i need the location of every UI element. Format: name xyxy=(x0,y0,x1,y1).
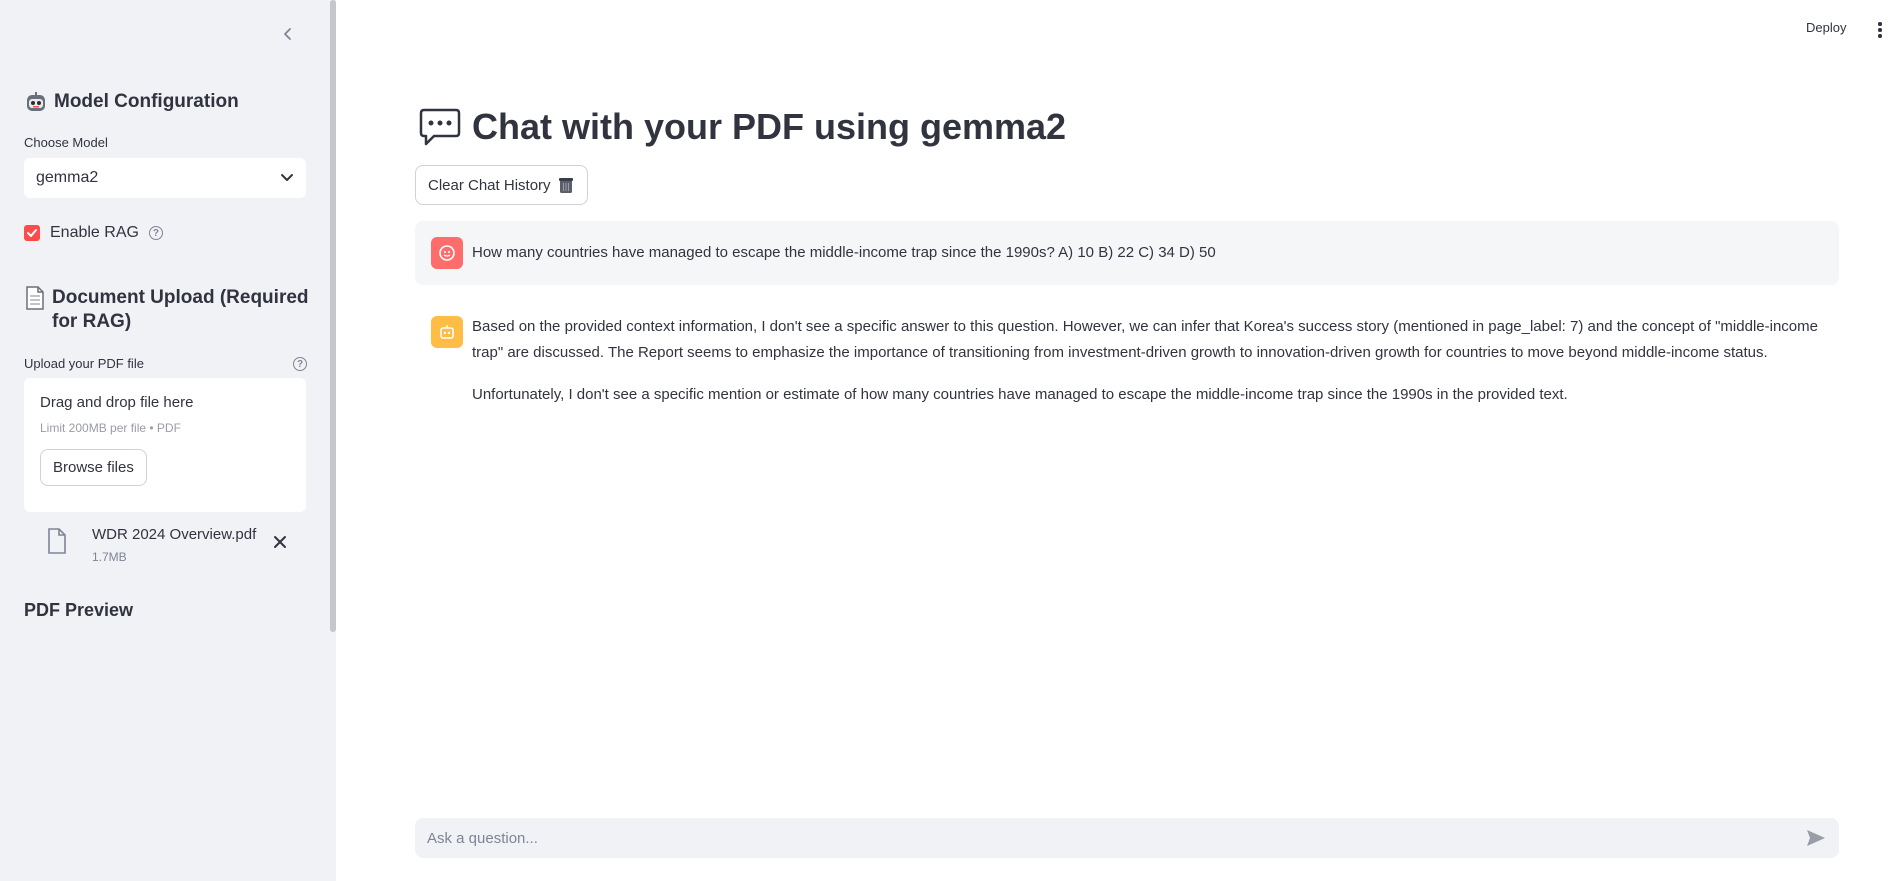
chat-input-bar xyxy=(415,818,1839,858)
dropzone-title: Drag and drop file here xyxy=(40,394,194,411)
enable-rag-label: Enable RAG xyxy=(50,224,139,241)
assistant-paragraph-2: Unfortunately, I don't see a specific me… xyxy=(472,386,1568,403)
send-icon xyxy=(1807,830,1825,846)
close-icon xyxy=(274,536,286,548)
document-upload-title: Document Upload (Required for RAG) xyxy=(52,287,309,332)
model-select[interactable]: gemma2 xyxy=(24,158,306,198)
upload-help-icon[interactable]: ? xyxy=(293,357,307,371)
deploy-button[interactable]: Deploy xyxy=(1806,20,1846,35)
pdf-preview-title: PDF Preview xyxy=(24,598,133,622)
speech-balloon-icon xyxy=(419,108,461,146)
assistant-message: Based on the provided context informatio… xyxy=(415,310,1839,420)
file-dropzone[interactable]: Drag and drop file here Limit 200MB per … xyxy=(24,378,306,512)
user-face-icon xyxy=(439,245,455,261)
chevron-left-icon xyxy=(284,28,291,40)
model-config-header: Model Configuration xyxy=(24,90,239,114)
clear-chat-history-button[interactable]: Clear Chat History xyxy=(415,165,588,205)
dropzone-limit: Limit 200MB per file • PDF xyxy=(40,421,181,435)
collapse-sidebar-button[interactable] xyxy=(276,22,300,46)
assistant-line-1: Based on the provided context informatio… xyxy=(472,318,1818,335)
user-message-text: How many countries have managed to escap… xyxy=(472,244,1216,261)
wastebasket-icon xyxy=(558,178,573,193)
model-select-value: gemma2 xyxy=(36,169,99,186)
assistant-paragraph-1: Based on the provided context informatio… xyxy=(472,314,1832,366)
enable-rag-checkbox[interactable] xyxy=(24,225,40,241)
file-size: 1.7MB xyxy=(92,550,127,564)
file-icon xyxy=(48,528,66,554)
remove-file-button[interactable] xyxy=(270,532,290,552)
user-message: How many countries have managed to escap… xyxy=(415,221,1839,285)
page-icon xyxy=(26,286,44,310)
enable-rag-row: Enable RAG ? xyxy=(24,224,163,242)
assistant-line-2: trap" are discussed. The Report seems to… xyxy=(472,344,1768,361)
more-vertical-icon[interactable] xyxy=(1872,20,1888,40)
robot-icon xyxy=(440,325,454,339)
choose-model-label: Choose Model xyxy=(24,135,108,150)
clear-chat-label: Clear Chat History xyxy=(428,176,551,194)
user-avatar xyxy=(431,237,463,269)
sidebar: Model Configuration Choose Model gemma2 … xyxy=(0,0,336,881)
page-title-text: Chat with your PDF using gemma2 xyxy=(472,106,1067,147)
robot-face-icon xyxy=(27,92,45,111)
uploaded-file: WDR 2024 Overview.pdf 1.7MB xyxy=(44,524,296,568)
document-upload-header: Document Upload (Required for RAG) xyxy=(24,286,314,334)
chat-input[interactable] xyxy=(427,829,1777,847)
check-icon xyxy=(27,229,37,237)
page-title: Chat with your PDF using gemma2 xyxy=(418,106,1066,148)
pdf-preview-label: PDF Preview xyxy=(24,600,134,620)
sidebar-scrollbar[interactable] xyxy=(330,0,336,632)
send-button[interactable] xyxy=(1805,827,1827,849)
assistant-avatar xyxy=(431,316,463,348)
browse-files-button[interactable]: Browse files xyxy=(40,449,147,486)
file-name: WDR 2024 Overview.pdf xyxy=(92,526,257,543)
upload-label: Upload your PDF file xyxy=(24,356,144,371)
chevron-down-icon xyxy=(281,174,293,181)
model-config-title: Model Configuration xyxy=(54,91,239,112)
help-icon[interactable]: ? xyxy=(148,226,163,240)
